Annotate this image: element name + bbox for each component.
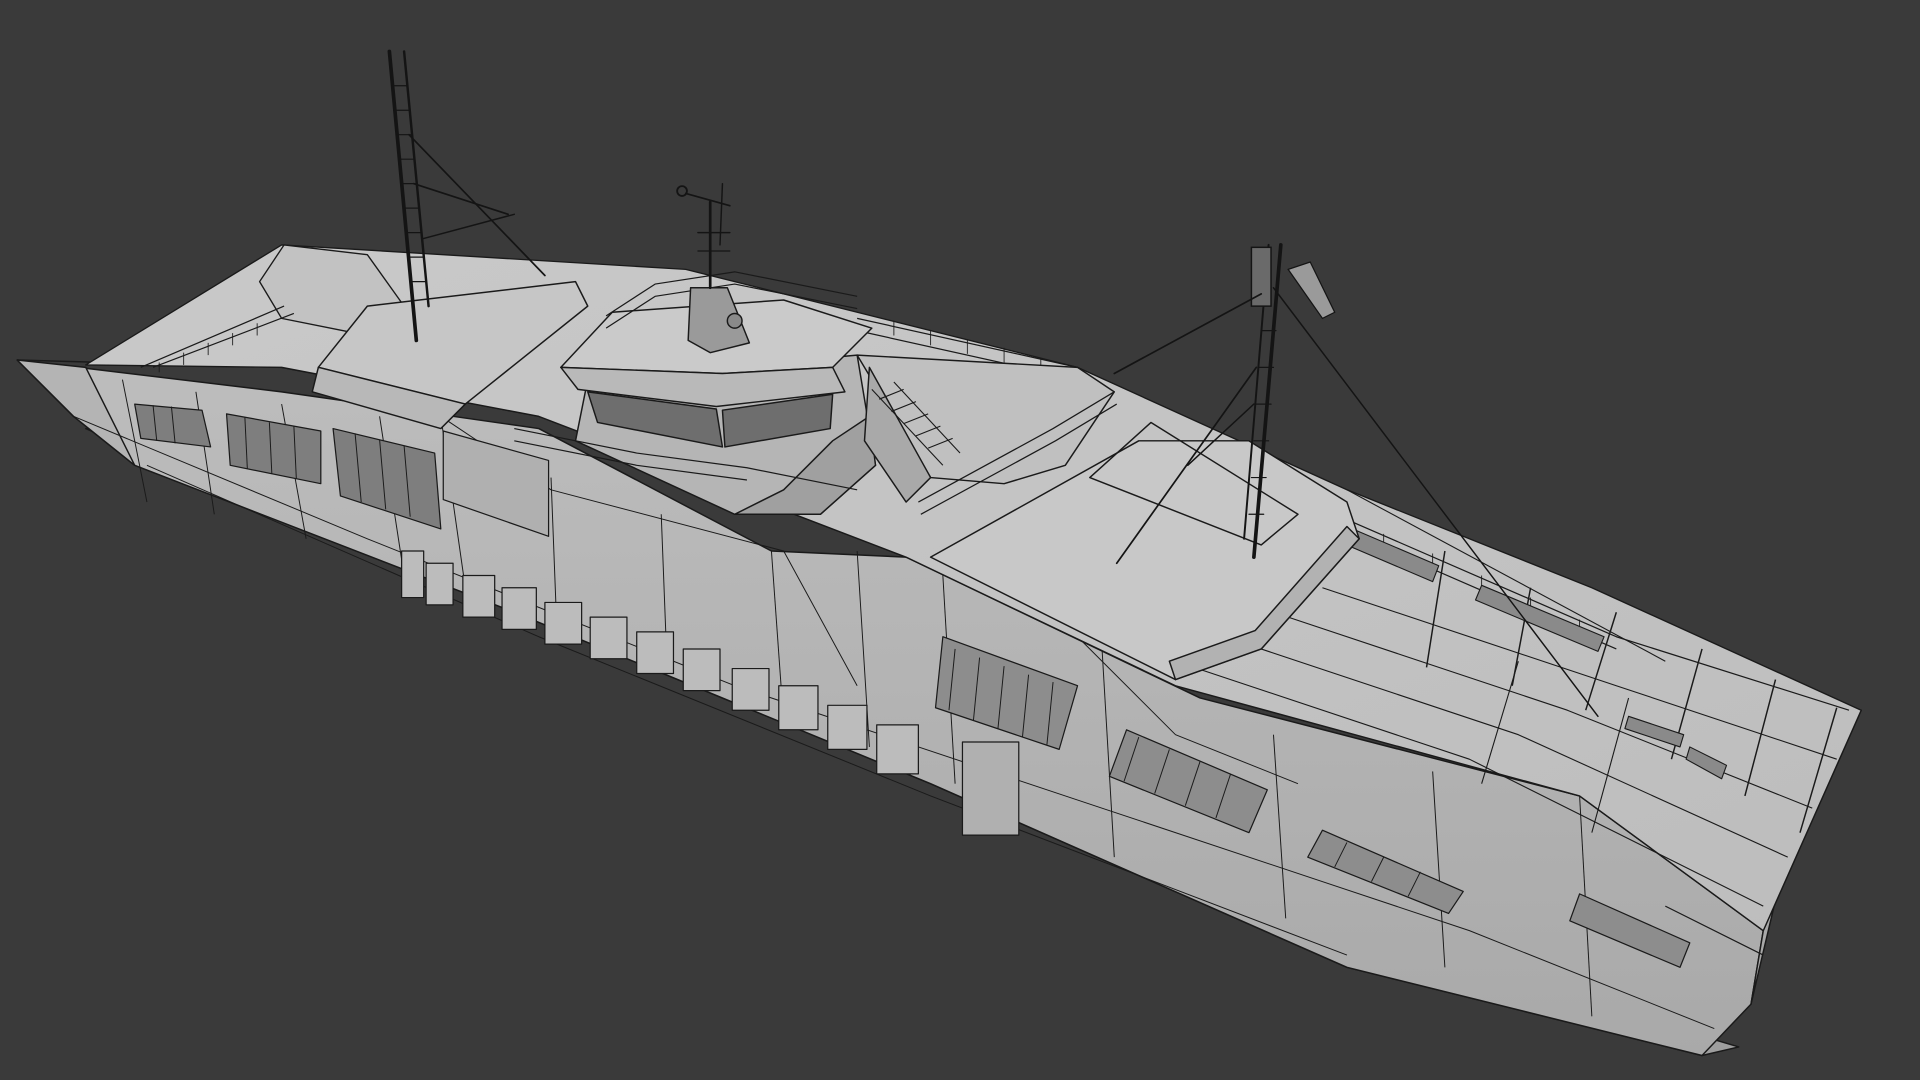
3d-viewport[interactable] [0, 0, 1920, 1080]
ferry-model-render [16, 49, 1862, 1057]
